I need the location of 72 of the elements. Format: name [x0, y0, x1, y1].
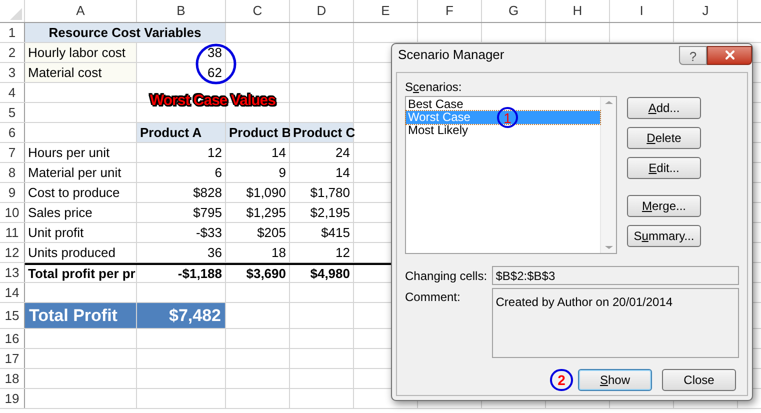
- table-cell-text: 14: [334, 164, 351, 182]
- table-cell-text: Units produced: [27, 244, 116, 262]
- table-cell-text: $3,690: [245, 265, 287, 282]
- table-cell-text: $2,195: [309, 204, 351, 222]
- table-cell-text: Sales price: [27, 204, 94, 222]
- dialog-button[interactable]: Add...: [627, 97, 701, 119]
- dialog-button[interactable]: Merge...: [627, 195, 701, 217]
- column-letter: C: [252, 2, 262, 20]
- table-cell-text: $828: [192, 184, 223, 202]
- column-letter: F: [446, 2, 454, 20]
- table-cell-text: 9: [278, 164, 287, 182]
- column-letter: I: [640, 2, 644, 20]
- table-cell-text: 38: [206, 44, 223, 62]
- table-cell-text: $1,090: [245, 184, 287, 202]
- table-cell-text: -$1,188: [176, 265, 223, 282]
- table-cell: Material cost: [25, 63, 136, 82]
- callout-text: Worst Case Values: [150, 91, 276, 111]
- table-cell-text: 62: [206, 64, 223, 82]
- field-label: Comment:: [405, 289, 462, 306]
- table-cell-text: $1,295: [245, 204, 287, 222]
- column-letter: H: [572, 2, 582, 20]
- table-cell-text: $1,780: [309, 184, 351, 202]
- column-letter: B: [176, 2, 186, 20]
- dialog-button[interactable]: Close: [662, 369, 736, 391]
- table-cell: $7,482: [137, 303, 225, 328]
- table-cell-text: Hours per unit: [27, 144, 111, 162]
- step-marker: 1: [497, 107, 518, 128]
- table-cell-text: 12: [206, 144, 223, 162]
- column-header: Product B: [226, 123, 289, 142]
- column-letter: E: [381, 2, 390, 20]
- help-button[interactable]: ?: [679, 46, 707, 64]
- table-cell-text: $415: [320, 224, 351, 242]
- dialog-button[interactable]: Edit...: [627, 157, 701, 179]
- table-cell-text: Total profit per pr: [27, 265, 136, 282]
- window-title: Scenario Manager: [398, 46, 504, 64]
- table-cell-text: Material per unit: [27, 164, 122, 182]
- table-cell-text: $205: [256, 224, 287, 242]
- step-marker: 2: [550, 369, 573, 391]
- scroll-down-icon[interactable]: [604, 246, 612, 249]
- dialog-button[interactable]: Show: [578, 369, 652, 391]
- table-cell: Total Profit: [25, 303, 136, 328]
- table-cell-text: Unit profit: [27, 224, 85, 242]
- field-label: Scenarios:: [405, 79, 463, 96]
- table-cell-text: 6: [214, 164, 223, 182]
- column-header: Product A: [137, 123, 225, 142]
- dialog-button[interactable]: Summary...: [627, 225, 701, 247]
- field-label: Changing cells:: [405, 268, 488, 284]
- table-cell-text: 24: [334, 144, 351, 162]
- table-cell-text: 36: [206, 244, 223, 262]
- column-letter: A: [76, 2, 85, 20]
- column-letter: D: [316, 2, 326, 20]
- circle-annotation: [195, 43, 237, 85]
- column-letter: J: [702, 2, 709, 20]
- column-header: Product C: [290, 123, 353, 142]
- changing-cells-field[interactable]: $B$2:$B$3: [492, 266, 739, 285]
- close-button[interactable]: [707, 46, 752, 64]
- comment-field[interactable]: Created by Author on 20/01/2014: [492, 288, 739, 358]
- scrollbar[interactable]: [600, 97, 616, 253]
- scroll-up-icon[interactable]: [604, 101, 612, 104]
- table-cell-text: 18: [270, 244, 287, 262]
- table-cell-text: $795: [192, 204, 223, 222]
- table-cell: Hourly labor cost: [25, 43, 136, 62]
- close-icon: [722, 48, 736, 62]
- dialog-button[interactable]: Delete: [627, 127, 701, 149]
- table-cell-text: 14: [270, 144, 287, 162]
- column-letter: G: [508, 2, 519, 20]
- table-title: Resource Cost Variables: [25, 23, 225, 42]
- table-cell-text: $4,980: [309, 265, 351, 282]
- table-cell-text: Cost to produce: [27, 184, 121, 202]
- scenario-list[interactable]: Best Case Worst Case 1 Most Likely: [405, 96, 617, 254]
- table-cell-text: 12: [334, 244, 351, 262]
- table-cell-text: -$33: [194, 224, 223, 242]
